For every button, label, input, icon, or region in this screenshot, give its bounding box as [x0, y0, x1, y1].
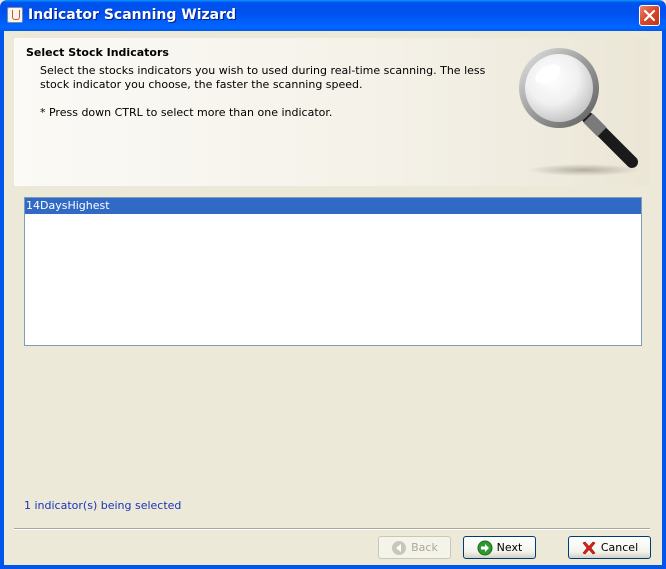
window-border-right	[662, 31, 666, 569]
selection-status: 1 indicator(s) being selected	[24, 499, 182, 512]
window-title: Indicator Scanning Wizard	[28, 7, 237, 23]
list-item[interactable]: 14DaysHighest	[25, 198, 641, 214]
wizard-window: Indicator Scanning Wizard Select Stock I…	[0, 0, 666, 569]
window-border-left	[0, 31, 4, 569]
window-border-bottom	[0, 565, 666, 569]
next-button-label: Next	[496, 541, 523, 554]
magnifier-icon	[519, 48, 640, 176]
cancel-button-label: Cancel	[600, 541, 639, 554]
red-x-icon	[582, 541, 596, 554]
next-arrow-icon	[477, 540, 493, 555]
button-separator	[14, 528, 650, 530]
close-button[interactable]	[639, 5, 660, 26]
back-arrow-icon	[392, 540, 407, 555]
next-button[interactable]: Next	[463, 536, 536, 559]
header-title: Select Stock Indicators	[26, 46, 169, 59]
back-button[interactable]: Back	[378, 536, 451, 559]
cancel-button[interactable]: Cancel	[568, 536, 651, 559]
indicator-list[interactable]: 14DaysHighest	[24, 197, 642, 346]
back-button-label: Back	[411, 541, 438, 554]
java-cup-icon	[7, 7, 23, 23]
header-note: * Press down CTRL to select more than on…	[40, 106, 333, 119]
wizard-header: Select Stock Indicators Select the stock…	[14, 38, 650, 186]
close-icon	[644, 10, 655, 21]
title-bar[interactable]: Indicator Scanning Wizard	[0, 0, 666, 31]
header-description: Select the stocks indicators you wish to…	[40, 64, 486, 91]
